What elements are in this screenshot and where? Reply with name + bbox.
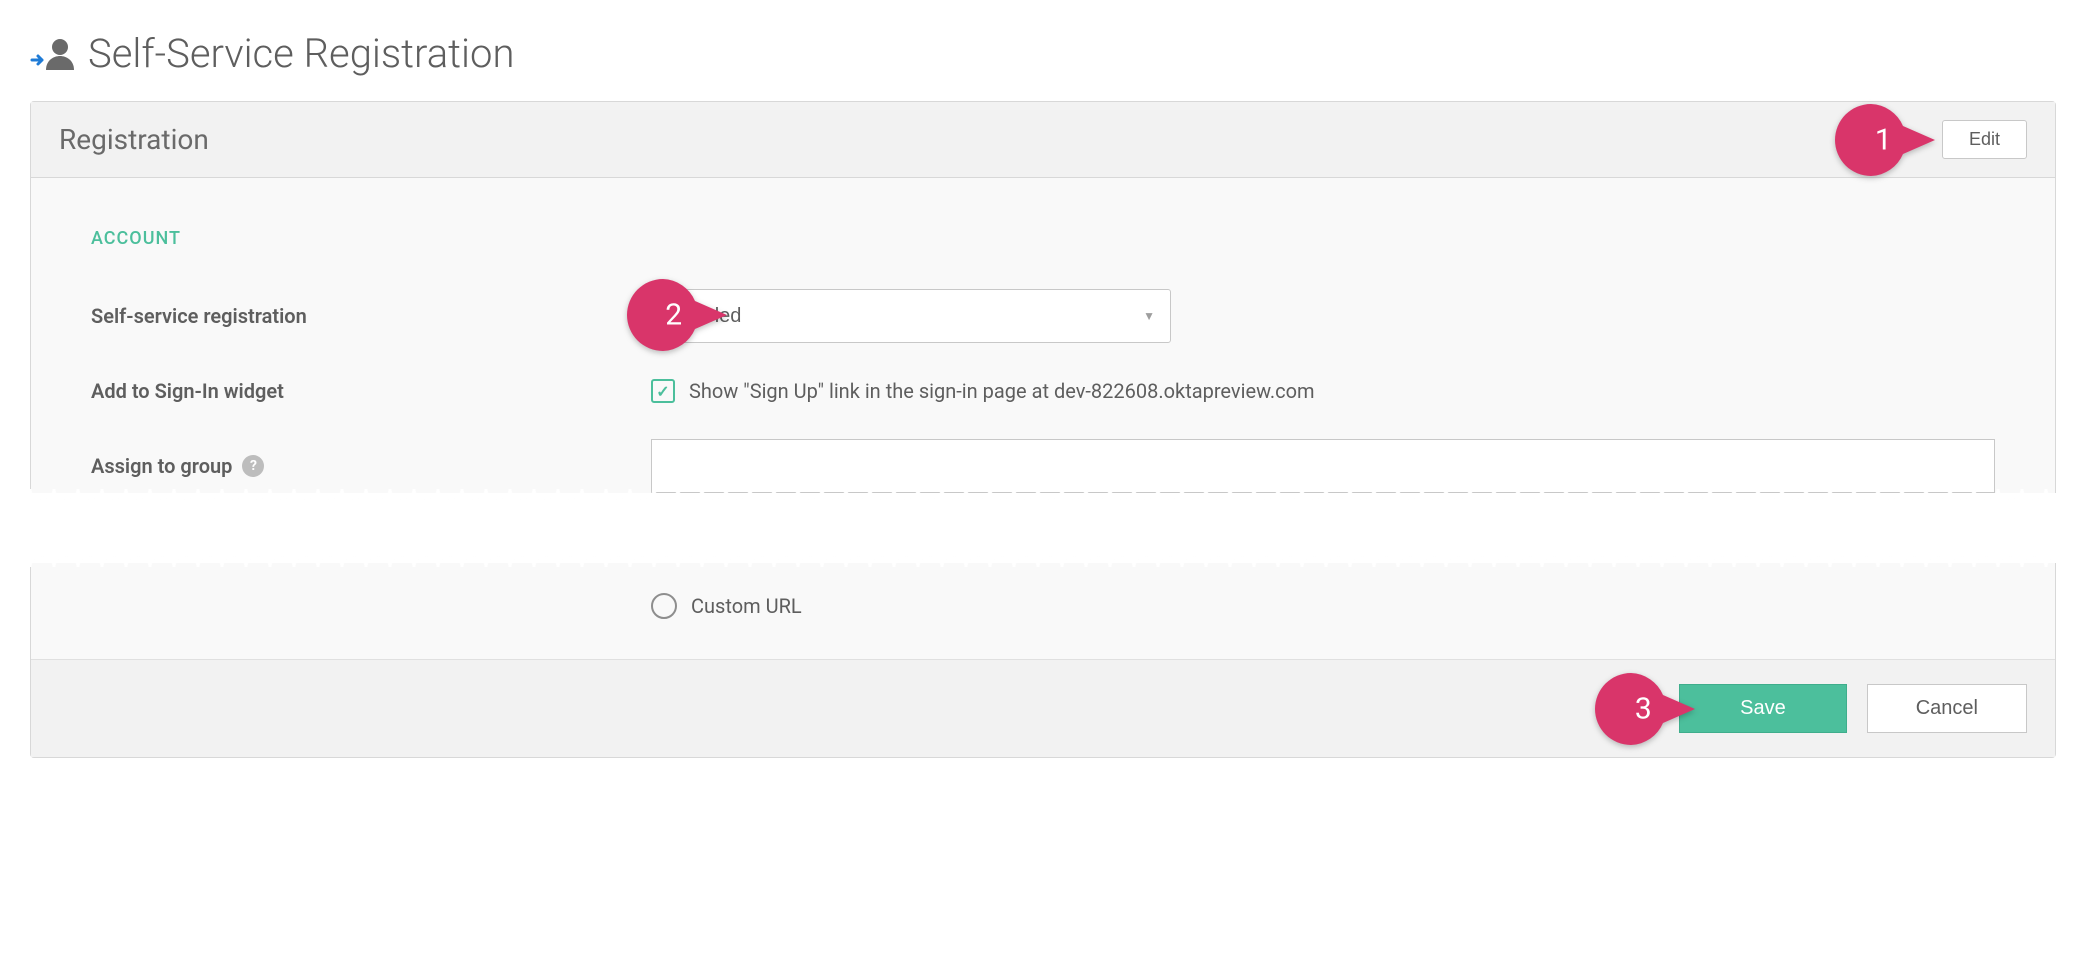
signin-widget-checkbox[interactable]: ✓ Show "Sign Up" link in the sign-in pag… (651, 379, 1315, 403)
callout-1: 1 (1835, 104, 1935, 176)
cancel-button[interactable]: Cancel (1867, 684, 2027, 733)
help-icon[interactable]: ? (242, 455, 264, 477)
custom-url-label: Custom URL (691, 594, 802, 618)
self-service-row: Self-service registration 2 Enabled ▼ (91, 289, 1995, 343)
callout-1-number: 1 (1875, 122, 1892, 157)
save-button[interactable]: Save (1679, 684, 1847, 733)
panel-footer: 3 Save Cancel (31, 659, 2055, 757)
radio-icon (651, 593, 677, 619)
page-title: Self-Service Registration (88, 30, 514, 77)
self-service-select[interactable]: Enabled (651, 289, 1171, 343)
edit-button[interactable]: Edit (1942, 120, 2027, 159)
content-break (30, 493, 2056, 563)
self-service-label: Self-service registration (91, 304, 651, 328)
checkmark-icon: ✓ (656, 382, 669, 401)
panel-body: ACCOUNT Self-service registration 2 Enab… (31, 178, 2055, 659)
registration-panel: Registration 1 Edit ACCOUNT Self-service… (30, 101, 2056, 758)
checkbox-icon: ✓ (651, 379, 675, 403)
assign-group-input[interactable] (651, 439, 1995, 493)
page-header: Self-Service Registration (30, 30, 2056, 77)
callout-2: 2 (627, 279, 727, 351)
callout-3-number: 3 (1635, 691, 1652, 726)
callout-2-number: 2 (665, 298, 682, 333)
panel-header: Registration 1 Edit (31, 102, 2055, 178)
account-section-label: ACCOUNT (91, 228, 1995, 249)
callout-3: 3 (1595, 673, 1695, 745)
panel-title: Registration (59, 123, 209, 156)
self-service-select-wrap: Enabled ▼ (651, 289, 1171, 343)
signin-widget-label: Add to Sign-In widget (91, 379, 651, 403)
assign-group-label-text: Assign to group (91, 454, 232, 478)
assign-group-label: Assign to group ? (91, 454, 651, 478)
signin-widget-row: Add to Sign-In widget ✓ Show "Sign Up" l… (91, 379, 1995, 403)
signin-widget-checkbox-label: Show "Sign Up" link in the sign-in page … (689, 379, 1315, 403)
self-service-icon (30, 36, 76, 72)
custom-url-row[interactable]: Custom URL (651, 593, 1995, 619)
assign-group-row: Assign to group ? (91, 439, 1995, 493)
